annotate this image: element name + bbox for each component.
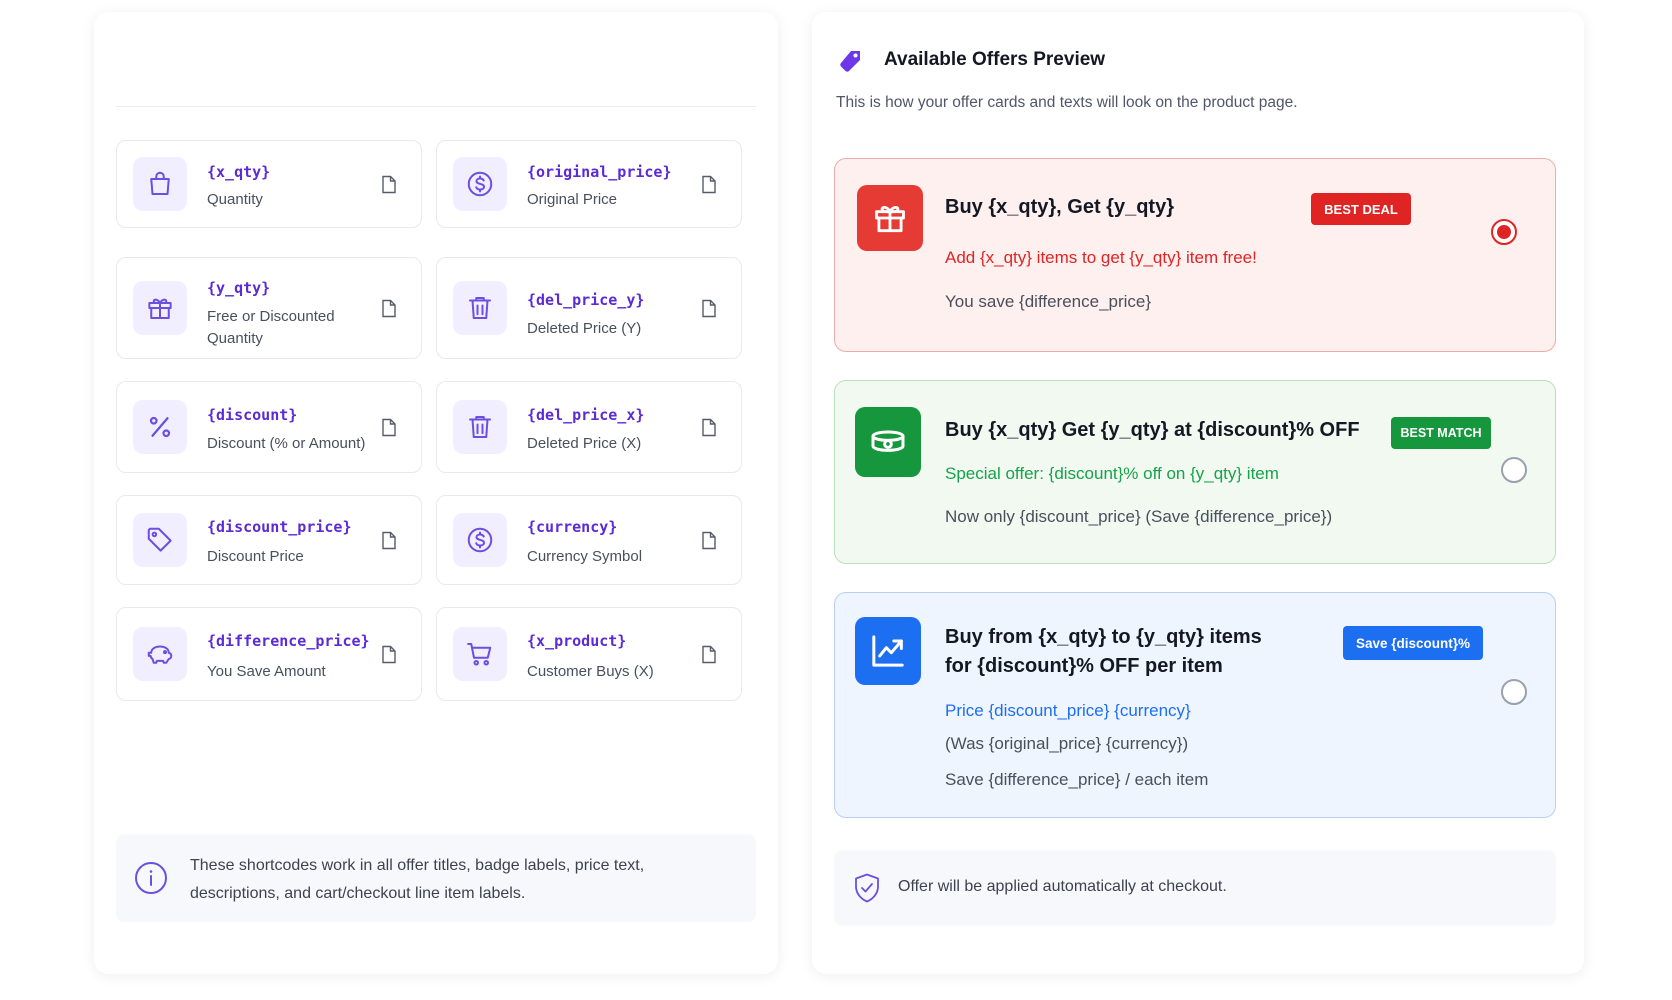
trash-icon: [453, 281, 507, 335]
shortcode-code: {discount_price}: [207, 518, 352, 536]
offer-badge: BEST MATCH: [1391, 417, 1491, 449]
shortcode-code: {x_product}: [527, 632, 627, 650]
copy-icon[interactable]: [699, 297, 719, 319]
dollar-circle-icon: [453, 157, 507, 211]
preview-title: Available Offers Preview: [884, 49, 1106, 70]
shortcode-card-discount-price: {discount_price} Discount Price: [116, 495, 422, 585]
offer-highlight-text: Add {x_qty} items to get {y_qty} item fr…: [945, 248, 1257, 267]
offer-original-price-text: (Was {original_price} {currency}): [945, 734, 1189, 753]
shortcode-card-del-price-x: {del_price_x} Deleted Price (X): [436, 381, 742, 473]
offer-badge: BEST DEAL: [1311, 193, 1411, 225]
offer-highlight-text: Price {discount_price} {currency}: [945, 701, 1191, 720]
shortcode-info-note: These shortcodes work in all offer title…: [116, 834, 756, 922]
gift-icon: [857, 185, 923, 251]
shortcode-card-difference-price: {difference_price} You Save Amount: [116, 607, 422, 701]
shortcode-label: Quantity: [207, 191, 263, 208]
offer-radio[interactable]: [1501, 679, 1527, 705]
preview-subtitle: This is how your offer cards and texts w…: [836, 94, 1298, 111]
shortcode-code: {del_price_x}: [527, 406, 645, 424]
shortcode-code: {currency}: [527, 518, 618, 536]
offers-preview-panel: Available Offers Preview This is how you…: [812, 12, 1584, 974]
shortcode-card-discount: {discount} Discount (% or Amount): [116, 381, 422, 473]
copy-icon[interactable]: [379, 416, 399, 438]
offer-savings-text: Save {difference_price} / each item: [945, 770, 1209, 789]
shortcode-code: {original_price}: [527, 163, 672, 181]
copy-icon[interactable]: [379, 643, 399, 665]
cash-icon: [855, 407, 921, 477]
copy-icon[interactable]: [699, 529, 719, 551]
price-tag-icon: [133, 513, 187, 567]
shortcode-card-currency: {currency} Currency Symbol: [436, 495, 742, 585]
shortcode-card-x-qty: {x_qty} Quantity: [116, 140, 422, 228]
copy-icon[interactable]: [699, 416, 719, 438]
offer-title: Buy from {x_qty} to {y_qty} items for {d…: [945, 626, 1262, 677]
offer-radio-selected[interactable]: [1491, 219, 1517, 245]
percent-icon: [133, 400, 187, 454]
shortcode-code: {discount}: [207, 406, 298, 424]
shortcode-label: Customer Buys (X): [527, 663, 654, 680]
offer-card-best-match[interactable]: Buy {x_qty} Get {y_qty} at {discount}% O…: [834, 380, 1556, 564]
shortcode-code: {difference_price}: [207, 632, 370, 650]
shortcode-label: You Save Amount: [207, 663, 326, 680]
offer-radio[interactable]: [1501, 457, 1527, 483]
cart-icon: [453, 627, 507, 681]
shortcode-label: Discount Price: [207, 548, 304, 565]
shortcode-card-del-price-y: {del_price_y} Deleted Price (Y): [436, 257, 742, 359]
shortcode-label: Deleted Price (Y): [527, 320, 642, 337]
trend-chart-icon: [855, 617, 921, 685]
shortcode-code: {y_qty}: [207, 279, 271, 297]
offer-card-save-discount[interactable]: Buy from {x_qty} to {y_qty} items for {d…: [834, 592, 1556, 818]
tag-icon: [836, 48, 864, 76]
shortcode-label: Currency Symbol: [527, 548, 643, 565]
shortcode-card-original-price: {original_price} Original Price: [436, 140, 742, 228]
shortcode-card-x-product: {x_product} Customer Buys (X): [436, 607, 742, 701]
offer-badge: Save {discount}%: [1343, 626, 1483, 660]
divider: [116, 106, 756, 107]
copy-icon[interactable]: [699, 643, 719, 665]
shortcode-label: Discount (% or Amount): [207, 435, 366, 452]
offer-card-best-deal[interactable]: Buy {x_qty}, Get {y_qty} BEST DEAL Add {…: [834, 158, 1556, 352]
piggy-bank-icon: [133, 627, 187, 681]
info-text: These shortcodes work in all offer title…: [190, 857, 645, 902]
shortcode-label: Original Price: [527, 191, 618, 208]
copy-icon[interactable]: [379, 173, 399, 195]
shortcode-code: {x_qty}: [207, 163, 271, 181]
copy-icon[interactable]: [379, 297, 399, 319]
checkout-note: Offer will be applied automatically at c…: [834, 850, 1556, 926]
checkout-note-text: Offer will be applied automatically at c…: [898, 878, 1227, 895]
shortcodes-panel: {x_qty} Quantity {original_price} Origin…: [94, 12, 778, 974]
offer-title: Buy {x_qty} Get {y_qty} at {discount}% O…: [945, 419, 1360, 441]
copy-icon[interactable]: [699, 173, 719, 195]
shortcode-card-y-qty: {y_qty} Free or Discounted Quantity: [116, 257, 422, 359]
shortcode-label: Deleted Price (X): [527, 435, 642, 452]
shortcode-label: Free or Discounted Quantity: [207, 308, 335, 347]
offer-title: Buy {x_qty}, Get {y_qty}: [945, 196, 1174, 218]
shopping-bag-icon: [133, 157, 187, 211]
trash-icon: [453, 400, 507, 454]
offer-savings-text: You save {difference_price}: [945, 292, 1152, 311]
offer-savings-text: Now only {discount_price} (Save {differe…: [945, 507, 1333, 526]
dollar-circle-icon: [453, 513, 507, 567]
copy-icon[interactable]: [379, 529, 399, 551]
shield-check-icon: [852, 872, 882, 904]
offer-highlight-text: Special offer: {discount}% off on {y_qty…: [945, 464, 1279, 483]
info-icon: [134, 861, 168, 895]
shortcode-code: {del_price_y}: [527, 291, 645, 309]
gift-icon: [133, 281, 187, 335]
